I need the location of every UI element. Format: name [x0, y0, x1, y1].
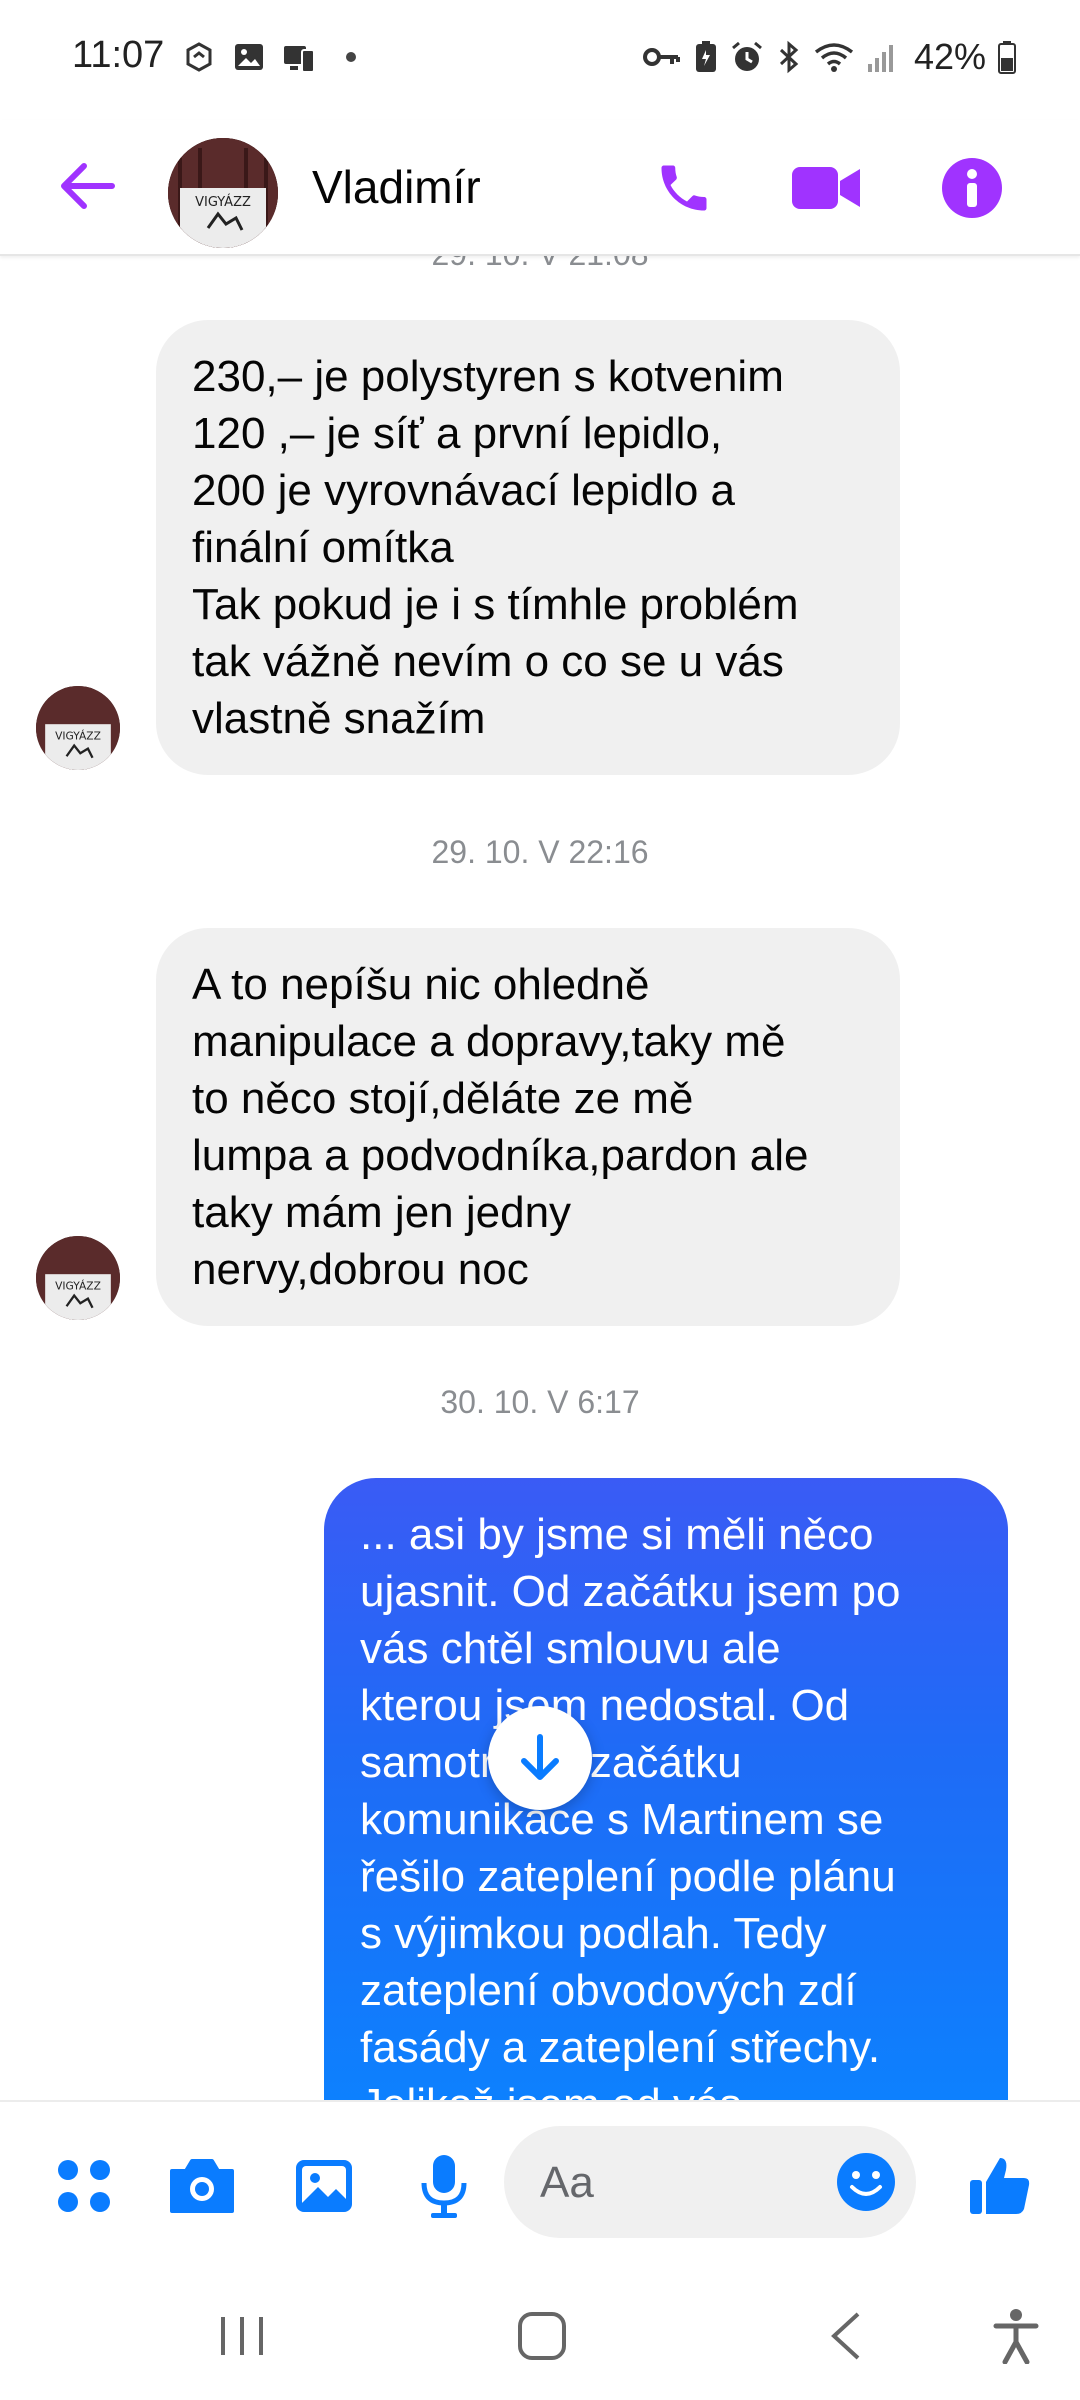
- info-icon: [942, 158, 1002, 218]
- message-input-placeholder: Aa: [540, 2158, 594, 2207]
- status-time: 11:07: [72, 34, 165, 76]
- wifi-icon: [814, 43, 854, 72]
- status-right-icons: 42%: [642, 36, 1016, 78]
- incoming-message-bubble[interactable]: 230,– je polystyren s kotvenim 120 ,– je…: [156, 320, 900, 775]
- avatar-image: VIGYÁZZ: [36, 1236, 120, 1320]
- image-icon: [235, 44, 263, 70]
- signal-icon: [867, 45, 893, 72]
- like-button[interactable]: [964, 2150, 1036, 2222]
- emoji-button[interactable]: [830, 2146, 902, 2218]
- contact-name[interactable]: Vladimír: [312, 142, 481, 232]
- video-call-button[interactable]: [786, 148, 866, 228]
- contact-avatar[interactable]: VIGYÁZZ: [168, 138, 278, 248]
- arrow-down-icon: [521, 1734, 559, 1780]
- avatar-sign-text: VIGYÁZZ: [195, 194, 251, 210]
- video-camera-icon: [792, 167, 860, 209]
- outgoing-message-bubble[interactable]: ... asi by jsme si měli něco ujasnit. Od…: [324, 1478, 1008, 2100]
- system-navigation-bar: [0, 2260, 1080, 2400]
- home-icon: [518, 2312, 566, 2360]
- avatar-image: VIGYÁZZ: [168, 138, 278, 248]
- battery-icon: [998, 41, 1016, 74]
- alarm-icon: [731, 41, 762, 71]
- microphone-icon: [421, 2155, 467, 2218]
- vpn-key-icon: [642, 48, 680, 66]
- back-button[interactable]: [50, 150, 122, 222]
- phone-icon: [661, 165, 707, 211]
- recent-apps-button[interactable]: [202, 2296, 282, 2376]
- voice-message-button[interactable]: [408, 2150, 480, 2222]
- sender-avatar[interactable]: VIGYÁZZ: [36, 1236, 120, 1320]
- battery-saver-icon: [695, 41, 716, 72]
- back-nav-button[interactable]: [806, 2296, 886, 2376]
- grid-dots-icon: [58, 2160, 110, 2212]
- message-input[interactable]: Aa: [504, 2126, 916, 2238]
- avatar-sign-text: VIGYÁZZ: [55, 1279, 101, 1292]
- audio-call-button[interactable]: [644, 148, 724, 228]
- accessibility-icon: [993, 2309, 1039, 2364]
- actions-menu-button[interactable]: [48, 2150, 120, 2222]
- message-composer: Aa: [0, 2100, 1080, 2260]
- smiley-icon: [837, 2153, 895, 2211]
- conversation-header: VIGYÁZZ Vladimír: [0, 120, 1080, 256]
- camera-icon: [170, 2159, 234, 2213]
- message-timestamp: 29. 10. V 22:16: [431, 834, 649, 870]
- camera-button[interactable]: [166, 2150, 238, 2222]
- recent-apps-icon: [221, 2317, 263, 2355]
- chevron-left-icon: [831, 2312, 860, 2360]
- arrow-left-icon: [61, 163, 115, 209]
- accessibility-button[interactable]: [976, 2296, 1056, 2376]
- home-button[interactable]: [502, 2296, 582, 2376]
- conversation-info-button[interactable]: [932, 148, 1012, 228]
- avatar-sign-text: VIGYÁZZ: [55, 729, 101, 742]
- message-thread[interactable]: 29. 10. V 21:08 230,– je polystyren s ko…: [0, 256, 1080, 2100]
- avatar-image: VIGYÁZZ: [36, 686, 120, 770]
- scroll-to-bottom-button[interactable]: [488, 1706, 592, 1810]
- sync-icon: [186, 42, 212, 72]
- sender-avatar[interactable]: VIGYÁZZ: [36, 686, 120, 770]
- battery-percent: 42%: [913, 36, 986, 77]
- gallery-button[interactable]: [288, 2150, 360, 2222]
- gallery-icon: [296, 2160, 352, 2212]
- notification-dot: [346, 52, 356, 62]
- device-icon: [284, 46, 315, 73]
- status-bar: 11:07 42%: [0, 0, 1080, 120]
- incoming-message-bubble[interactable]: A to nepíšu nic ohledně manipulace a dop…: [156, 928, 900, 1326]
- message-timestamp: 29. 10. V 21:08: [0, 256, 1080, 273]
- bluetooth-icon: [779, 40, 799, 74]
- status-left-icons: [182, 40, 356, 74]
- message-timestamp: 30. 10. V 6:17: [440, 1384, 640, 1420]
- thumbs-up-icon: [970, 2158, 1030, 2214]
